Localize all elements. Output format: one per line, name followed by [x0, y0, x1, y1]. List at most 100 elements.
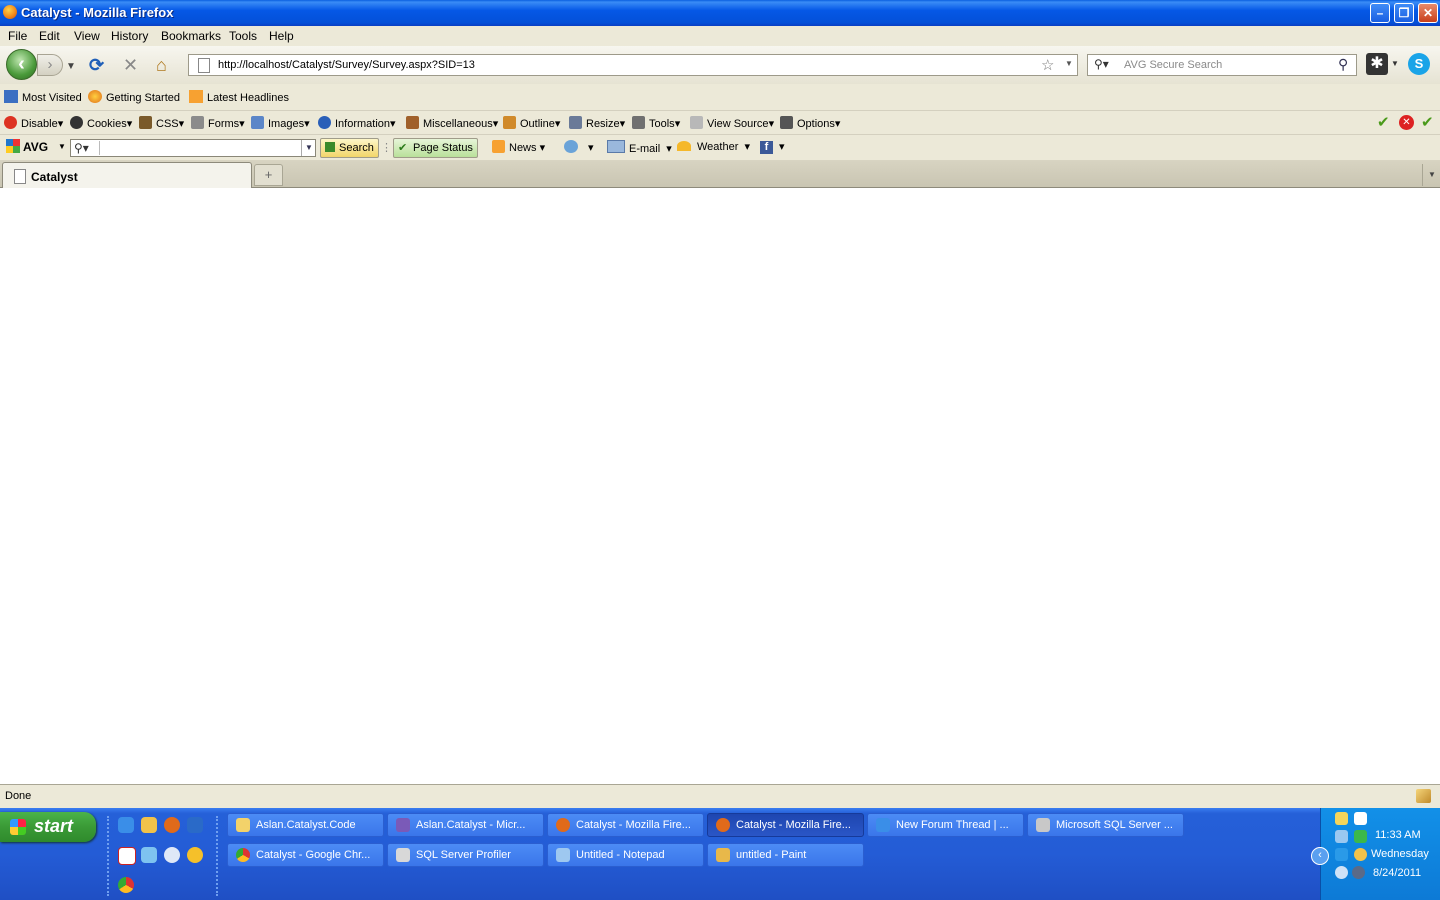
dev-miscellaneous-menu[interactable]: Miscellaneous▾	[406, 116, 498, 130]
dev-forms-menu[interactable]: Forms▾	[191, 116, 245, 130]
task-catalyst-chrome[interactable]: Catalyst - Google Chr...	[227, 843, 384, 867]
firefox-icon[interactable]	[164, 817, 180, 833]
view-source-icon	[690, 116, 703, 129]
addon-dropdown-icon[interactable]: ▼	[1391, 59, 1399, 68]
dev-images-menu[interactable]: Images▾	[251, 116, 310, 130]
tab-catalyst[interactable]: Catalyst	[2, 162, 252, 188]
dropbox-icon[interactable]	[1335, 848, 1348, 861]
avg-logo-text[interactable]: AVG	[23, 140, 48, 154]
combo-dropdown-icon[interactable]: ▼	[301, 140, 316, 156]
dev-outline-menu[interactable]: Outline▾	[503, 116, 560, 130]
reload-icon[interactable]: ⟳	[89, 55, 104, 75]
menu-tools[interactable]: Tools	[229, 29, 257, 43]
arrow-right-icon: ›	[47, 56, 53, 73]
search-box[interactable]: ⚲▾ AVG Secure Search ⚲	[1087, 54, 1357, 76]
dev-resize-menu[interactable]: Resize▾	[569, 116, 625, 130]
options-icon	[780, 116, 793, 129]
menu-view[interactable]: View	[74, 29, 100, 43]
menu-help[interactable]: Help	[269, 29, 294, 43]
task-aslan-catalyst-code[interactable]: Aslan.Catalyst.Code	[227, 813, 384, 837]
menu-edit[interactable]: Edit	[39, 29, 60, 43]
stop-icon[interactable]: ✕	[123, 55, 138, 75]
css-pencil-icon	[139, 116, 152, 129]
dev-information-menu[interactable]: Information▾	[318, 116, 396, 130]
bookmark-star-icon[interactable]: ☆	[1041, 56, 1054, 74]
addon-puzzle-icon[interactable]: ✱	[1366, 53, 1388, 75]
task-paint[interactable]: untitled - Paint	[707, 843, 864, 867]
dev-tools-menu[interactable]: Tools▾	[632, 116, 680, 130]
url-dropdown-icon[interactable]: ▼	[1065, 59, 1073, 68]
task-catalyst-firefox-2[interactable]: Catalyst - Mozilla Fire...	[707, 813, 864, 837]
addon-status-icon[interactable]	[1416, 789, 1431, 803]
facebook-menu[interactable]: f ▾	[760, 140, 785, 154]
search-go-icon[interactable]: ⚲	[1338, 56, 1348, 73]
page-content[interactable]	[0, 188, 1440, 784]
validation-error-icon[interactable]: ✕	[1399, 115, 1414, 130]
media-icon[interactable]	[187, 847, 203, 863]
validation-ok-icon[interactable]: ✔	[1377, 113, 1390, 131]
plus-icon: +	[264, 167, 273, 182]
vs-icon[interactable]	[118, 847, 136, 865]
forward-button[interactable]: ›	[37, 54, 63, 76]
chrome-icon[interactable]	[118, 877, 134, 893]
thunderbird-icon[interactable]	[141, 817, 157, 833]
list-all-tabs-icon[interactable]: ▼	[1422, 164, 1440, 186]
dev-view-source-menu[interactable]: View Source▾	[690, 116, 774, 130]
avg-search-input[interactable]: ⚲▾ ▼	[70, 139, 316, 157]
avg-search-button[interactable]: Search	[320, 138, 379, 158]
lightning-icon[interactable]	[141, 847, 157, 863]
task-catalyst-firefox-1[interactable]: Catalyst - Mozilla Fire...	[547, 813, 704, 837]
messenger-icon[interactable]	[1354, 848, 1367, 861]
url-text: http://localhost/Catalyst/Survey/Survey.…	[218, 59, 475, 71]
search-globe-icon[interactable]	[164, 847, 180, 863]
task-microsoft-sql-server[interactable]: Microsoft SQL Server ...	[1027, 813, 1184, 837]
clock-time[interactable]: 11:33 AM	[1375, 829, 1421, 841]
dev-disable-menu[interactable]: Disable▾	[4, 116, 63, 130]
globe-icon	[564, 140, 578, 153]
system-tray: ‹ 11:33 AM Wednesday 8/24/2011	[1311, 808, 1440, 900]
network-icon[interactable]	[1335, 830, 1348, 843]
menu-bookmarks[interactable]: Bookmarks	[161, 29, 221, 43]
new-tab-button[interactable]: +	[254, 164, 283, 186]
validation-ok-icon-2[interactable]: ✔	[1421, 113, 1434, 131]
ie-alt-icon[interactable]	[187, 817, 203, 833]
close-button[interactable]: ✕	[1418, 3, 1438, 23]
bookmark-latest-headlines[interactable]: Latest Headlines	[189, 90, 289, 104]
minimize-button[interactable]: –	[1370, 3, 1390, 23]
task-sql-server-profiler[interactable]: SQL Server Profiler	[387, 843, 544, 867]
dev-cookies-menu[interactable]: Cookies▾	[70, 116, 132, 130]
back-button[interactable]: ‹	[6, 49, 37, 80]
skype-icon[interactable]: S	[1408, 53, 1430, 75]
menu-history[interactable]: History	[111, 29, 148, 43]
dev-options-menu[interactable]: Options▾	[780, 116, 840, 130]
avg-tray-icon[interactable]	[1354, 830, 1367, 843]
email-menu[interactable]: E-mail ▾	[607, 140, 672, 155]
search-tray-icon[interactable]	[1335, 866, 1348, 879]
volume-icon[interactable]	[1352, 866, 1365, 879]
page-status-button[interactable]: ✔ Page Status	[393, 138, 478, 158]
task-notepad[interactable]: Untitled - Notepad	[547, 843, 704, 867]
dev-css-menu[interactable]: CSS▾	[139, 116, 184, 130]
bookmark-getting-started[interactable]: Getting Started	[88, 90, 180, 104]
internet-explorer-icon[interactable]	[118, 817, 134, 833]
menu-file[interactable]: File	[8, 29, 27, 43]
maximize-button[interactable]: ❐	[1394, 3, 1414, 23]
vs-tray-icon[interactable]	[1354, 812, 1367, 825]
bookmark-most-visited[interactable]: Most Visited	[4, 90, 82, 104]
mail-notify-icon[interactable]	[1335, 812, 1348, 825]
search-engine-icon[interactable]: ⚲▾	[1094, 57, 1109, 71]
search-engine-icon[interactable]: ⚲▾	[74, 141, 89, 155]
internet-options-menu[interactable]: ▾	[564, 140, 594, 154]
show-hidden-icons-button[interactable]: ‹	[1311, 847, 1329, 865]
avg-menu-dropdown-icon[interactable]: ▼	[58, 142, 66, 151]
task-aslan-catalyst-vs[interactable]: Aslan.Catalyst - Micr...	[387, 813, 544, 837]
task-new-forum-thread[interactable]: New Forum Thread | ...	[867, 813, 1024, 837]
title-bar[interactable]: Catalyst - Mozilla Firefox – ❐ ✕	[0, 0, 1440, 26]
history-dropdown-icon[interactable]: ▼	[66, 57, 76, 77]
home-icon[interactable]: ⌂	[156, 55, 167, 75]
firefox-icon	[3, 5, 17, 19]
url-bar[interactable]: http://localhost/Catalyst/Survey/Survey.…	[188, 54, 1078, 76]
start-button[interactable]: start	[0, 812, 96, 842]
news-menu[interactable]: News ▾	[492, 140, 545, 154]
weather-menu[interactable]: Weather ▾	[677, 140, 750, 153]
